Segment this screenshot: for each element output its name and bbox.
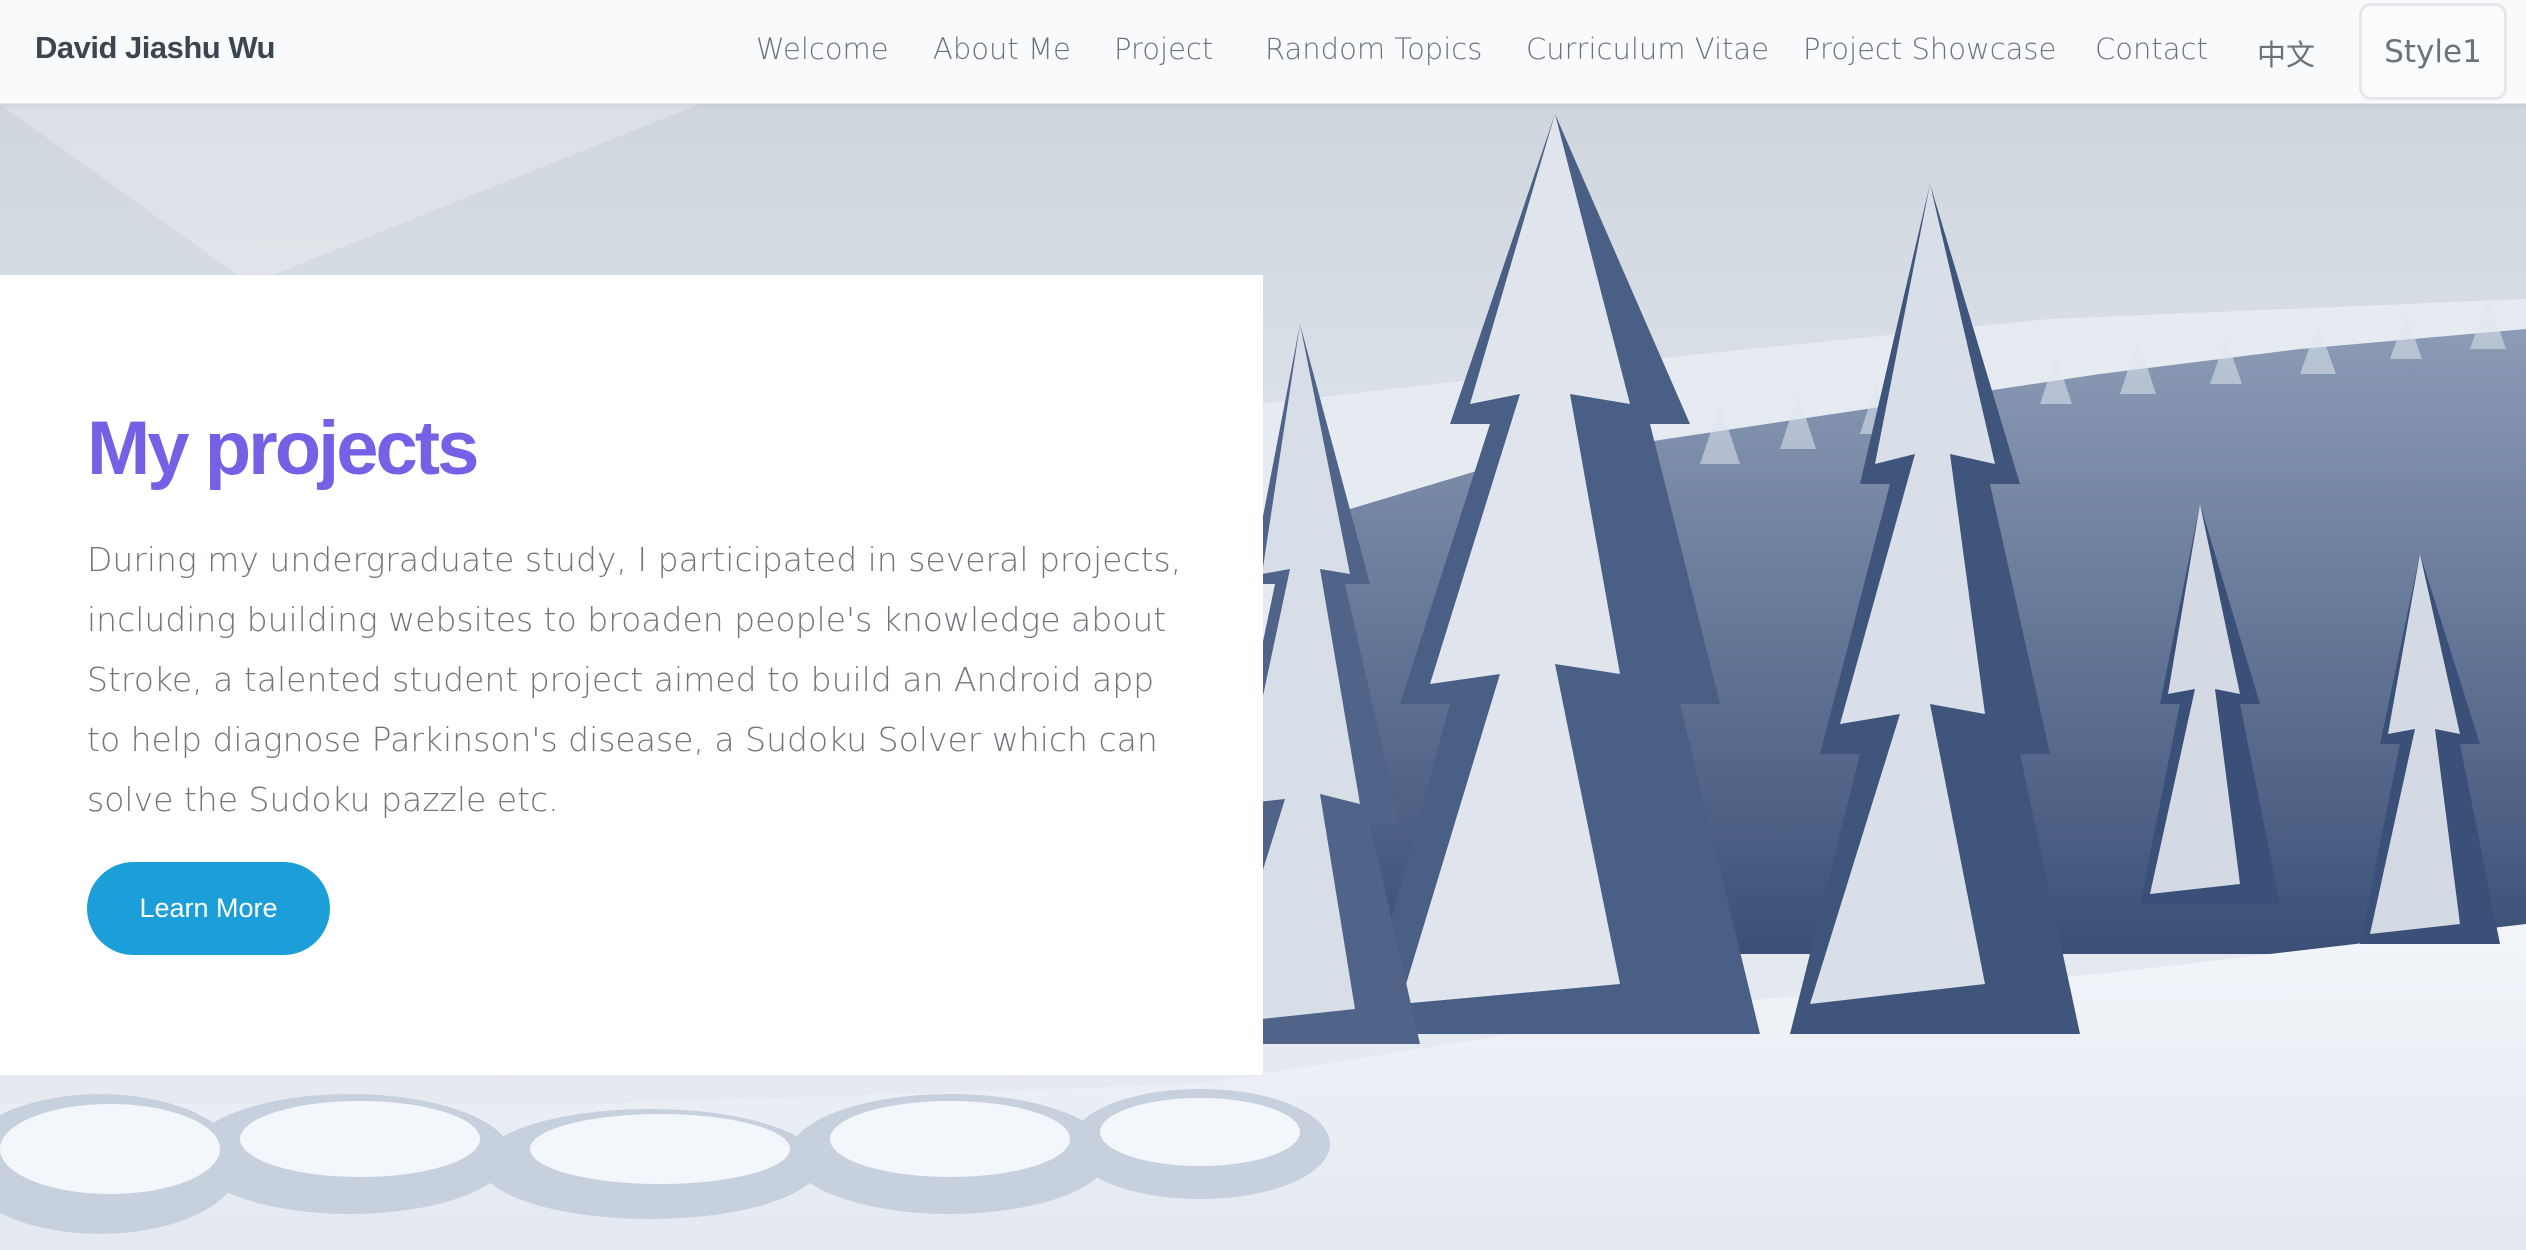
projects-card: My projects During my undergraduate stud…: [0, 275, 1263, 1075]
site-brand[interactable]: David Jiashu Wu: [35, 30, 276, 66]
projects-title: My projects: [87, 406, 479, 491]
nav-curriculum-vitae[interactable]: Curriculum Vitae: [1526, 32, 1769, 66]
nav-about-me[interactable]: About Me: [933, 32, 1071, 66]
nav-project[interactable]: Project: [1114, 32, 1213, 66]
learn-more-button[interactable]: Learn More: [87, 862, 330, 955]
top-navbar: David Jiashu Wu Welcome About Me Project…: [0, 0, 2526, 104]
projects-description: During my undergraduate study, I partici…: [87, 540, 1182, 819]
style-switch-button[interactable]: Style1: [2359, 3, 2507, 100]
nav-contact[interactable]: Contact: [2095, 32, 2208, 66]
nav-chinese[interactable]: 中文: [2257, 32, 2315, 74]
nav-random-topics[interactable]: Random Topics: [1265, 32, 1482, 66]
nav-welcome[interactable]: Welcome: [756, 32, 889, 66]
nav-project-showcase[interactable]: Project Showcase: [1803, 32, 2056, 66]
